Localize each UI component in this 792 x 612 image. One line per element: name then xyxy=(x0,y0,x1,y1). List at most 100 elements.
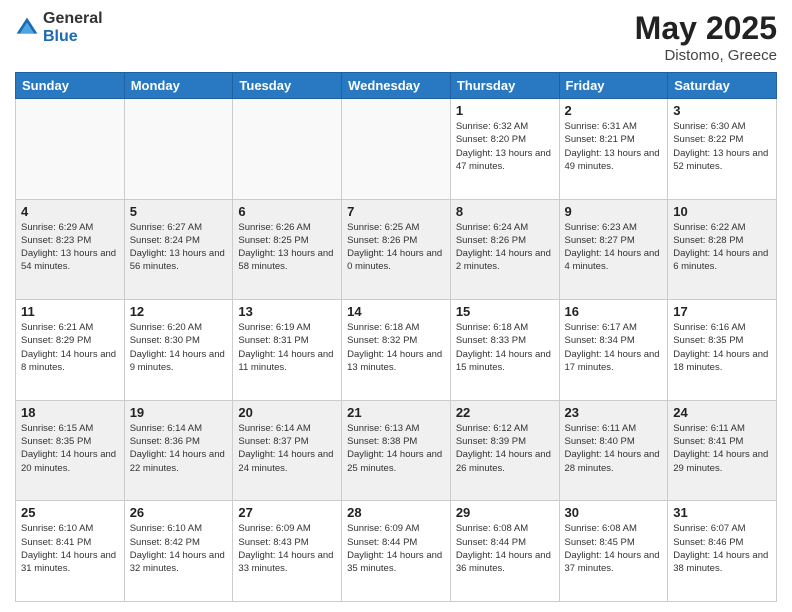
col-header-monday: Monday xyxy=(124,73,233,99)
day-cell-9: 9 Sunrise: 6:23 AMSunset: 8:27 PMDaylight… xyxy=(559,199,668,300)
day-cell-29: 29Sunrise: 6:08 AMSunset: 8:44 PMDayligh… xyxy=(450,501,559,602)
day-info: Sunrise: 6:29 AMSunset: 8:23 PMDaylight:… xyxy=(21,221,119,274)
day-info: Sunrise: 6:26 AMSunset: 8:25 PMDaylight:… xyxy=(238,221,336,274)
day-info: Sunrise: 6:14 AMSunset: 8:37 PMDaylight:… xyxy=(238,422,336,475)
day-number: 7 xyxy=(347,204,445,219)
logo-general: General xyxy=(43,10,103,28)
calendar-week-5: 25 Sunrise: 6:10 AMSunset: 8:41 PMDayligh… xyxy=(16,501,777,602)
day-info: Sunrise: 6:15 AMSunset: 8:35 PMDaylight:… xyxy=(21,422,119,475)
day-info: Sunrise: 6:09 AMSunset: 8:43 PMDaylight:… xyxy=(238,522,336,575)
day-info: Sunrise: 6:11 AMSunset: 8:40 PMDaylight:… xyxy=(565,422,663,475)
col-header-wednesday: Wednesday xyxy=(342,73,451,99)
day-cell-14: 14 Sunrise: 6:18 AMSunset: 8:32 PMDayligh… xyxy=(342,300,451,401)
day-info: Sunrise: 6:24 AMSunset: 8:26 PMDaylight:… xyxy=(456,221,554,274)
day-info: Sunrise: 6:30 AMSunset: 8:22 PMDaylight:… xyxy=(673,120,771,173)
calendar-week-4: 18 Sunrise: 6:15 AMSunset: 8:35 PMDayligh… xyxy=(16,400,777,501)
day-number: 6 xyxy=(238,204,336,219)
day-number: 9 xyxy=(565,204,663,219)
day-number: 27 xyxy=(238,505,336,520)
day-cell-5: 5 Sunrise: 6:27 AMSunset: 8:24 PMDaylight… xyxy=(124,199,233,300)
day-info: Sunrise: 6:18 AMSunset: 8:33 PMDaylight:… xyxy=(456,321,554,374)
day-number: 18 xyxy=(21,405,119,420)
calendar-table: SundayMondayTuesdayWednesdayThursdayFrid… xyxy=(15,72,777,602)
day-cell-26: 26 Sunrise: 6:10 AMSunset: 8:42 PMDayligh… xyxy=(124,501,233,602)
day-cell-27: 27 Sunrise: 6:09 AMSunset: 8:43 PMDayligh… xyxy=(233,501,342,602)
day-info: Sunrise: 6:31 AMSunset: 8:21 PMDaylight:… xyxy=(565,120,663,173)
day-number: 3 xyxy=(673,103,771,118)
day-info: Sunrise: 6:18 AMSunset: 8:32 PMDaylight:… xyxy=(347,321,445,374)
calendar-week-3: 11 Sunrise: 6:21 AMSunset: 8:29 PMDayligh… xyxy=(16,300,777,401)
day-info: Sunrise: 6:25 AMSunset: 8:26 PMDaylight:… xyxy=(347,221,445,274)
day-cell-31: 31 Sunrise: 6:07 AMSunset: 8:46 PMDayligh… xyxy=(668,501,777,602)
day-info: Sunrise: 6:27 AMSunset: 8:24 PMDaylight:… xyxy=(130,221,228,274)
empty-cell xyxy=(342,99,451,200)
day-cell-7: 7 Sunrise: 6:25 AMSunset: 8:26 PMDaylight… xyxy=(342,199,451,300)
day-cell-3: 3 Sunrise: 6:30 AMSunset: 8:22 PMDaylight… xyxy=(668,99,777,200)
day-number: 5 xyxy=(130,204,228,219)
day-number: 11 xyxy=(21,304,119,319)
day-number: 28 xyxy=(347,505,445,520)
day-number: 25 xyxy=(21,505,119,520)
day-info: Sunrise: 6:32 AMSunset: 8:20 PMDaylight:… xyxy=(456,120,554,173)
empty-cell xyxy=(233,99,342,200)
day-number: 12 xyxy=(130,304,228,319)
day-number: 31 xyxy=(673,505,771,520)
day-number: 17 xyxy=(673,304,771,319)
logo-blue-text: Blue xyxy=(43,28,103,46)
day-cell-18: 18 Sunrise: 6:15 AMSunset: 8:35 PMDayligh… xyxy=(16,400,125,501)
day-number: 2 xyxy=(565,103,663,118)
day-info: Sunrise: 6:10 AMSunset: 8:41 PMDaylight:… xyxy=(21,522,119,575)
calendar-week-2: 4 Sunrise: 6:29 AMSunset: 8:23 PMDaylight… xyxy=(16,199,777,300)
logo-text: General Blue xyxy=(43,10,103,45)
day-number: 4 xyxy=(21,204,119,219)
day-info: Sunrise: 6:09 AMSunset: 8:44 PMDaylight:… xyxy=(347,522,445,575)
day-cell-6: 6 Sunrise: 6:26 AMSunset: 8:25 PMDaylight… xyxy=(233,199,342,300)
col-header-friday: Friday xyxy=(559,73,668,99)
day-cell-15: 15 Sunrise: 6:18 AMSunset: 8:33 PMDayligh… xyxy=(450,300,559,401)
day-cell-4: 4 Sunrise: 6:29 AMSunset: 8:23 PMDaylight… xyxy=(16,199,125,300)
day-number: 15 xyxy=(456,304,554,319)
col-header-thursday: Thursday xyxy=(450,73,559,99)
day-number: 10 xyxy=(673,204,771,219)
day-info: Sunrise: 6:16 AMSunset: 8:35 PMDaylight:… xyxy=(673,321,771,374)
day-number: 16 xyxy=(565,304,663,319)
day-cell-24: 24Sunrise: 6:11 AMSunset: 8:41 PMDayligh… xyxy=(668,400,777,501)
title-block: May 2025 Distomo, Greece xyxy=(635,10,777,64)
day-number: 1 xyxy=(456,103,554,118)
day-info: Sunrise: 6:13 AMSunset: 8:38 PMDaylight:… xyxy=(347,422,445,475)
calendar-week-1: 1 Sunrise: 6:32 AMSunset: 8:20 PMDaylight… xyxy=(16,99,777,200)
day-cell-11: 11 Sunrise: 6:21 AMSunset: 8:29 PMDayligh… xyxy=(16,300,125,401)
location: Distomo, Greece xyxy=(635,47,777,64)
day-cell-12: 12 Sunrise: 6:20 AMSunset: 8:30 PMDayligh… xyxy=(124,300,233,401)
day-number: 30 xyxy=(565,505,663,520)
day-number: 26 xyxy=(130,505,228,520)
day-info: Sunrise: 6:20 AMSunset: 8:30 PMDaylight:… xyxy=(130,321,228,374)
day-number: 29 xyxy=(456,505,554,520)
day-info: Sunrise: 6:21 AMSunset: 8:29 PMDaylight:… xyxy=(21,321,119,374)
day-number: 23 xyxy=(565,405,663,420)
day-number: 14 xyxy=(347,304,445,319)
page: General Blue May 2025 Distomo, Greece Su… xyxy=(0,0,792,612)
day-info: Sunrise: 6:10 AMSunset: 8:42 PMDaylight:… xyxy=(130,522,228,575)
day-info: Sunrise: 6:23 AMSunset: 8:27 PMDaylight:… xyxy=(565,221,663,274)
day-cell-19: 19Sunrise: 6:14 AMSunset: 8:36 PMDayligh… xyxy=(124,400,233,501)
day-cell-20: 20 Sunrise: 6:14 AMSunset: 8:37 PMDayligh… xyxy=(233,400,342,501)
day-number: 21 xyxy=(347,405,445,420)
day-info: Sunrise: 6:19 AMSunset: 8:31 PMDaylight:… xyxy=(238,321,336,374)
day-number: 8 xyxy=(456,204,554,219)
day-number: 20 xyxy=(238,405,336,420)
day-info: Sunrise: 6:11 AMSunset: 8:41 PMDaylight:… xyxy=(673,422,771,475)
logo: General Blue xyxy=(15,10,103,45)
empty-cell xyxy=(16,99,125,200)
calendar-header-row: SundayMondayTuesdayWednesdayThursdayFrid… xyxy=(16,73,777,99)
day-number: 19 xyxy=(130,405,228,420)
col-header-tuesday: Tuesday xyxy=(233,73,342,99)
day-cell-22: 22Sunrise: 6:12 AMSunset: 8:39 PMDayligh… xyxy=(450,400,559,501)
day-info: Sunrise: 6:08 AMSunset: 8:45 PMDaylight:… xyxy=(565,522,663,575)
empty-cell xyxy=(124,99,233,200)
day-info: Sunrise: 6:12 AMSunset: 8:39 PMDaylight:… xyxy=(456,422,554,475)
month-year: May 2025 xyxy=(635,10,777,47)
day-cell-10: 10Sunrise: 6:22 AMSunset: 8:28 PMDayligh… xyxy=(668,199,777,300)
day-cell-23: 23 Sunrise: 6:11 AMSunset: 8:40 PMDayligh… xyxy=(559,400,668,501)
day-info: Sunrise: 6:07 AMSunset: 8:46 PMDaylight:… xyxy=(673,522,771,575)
